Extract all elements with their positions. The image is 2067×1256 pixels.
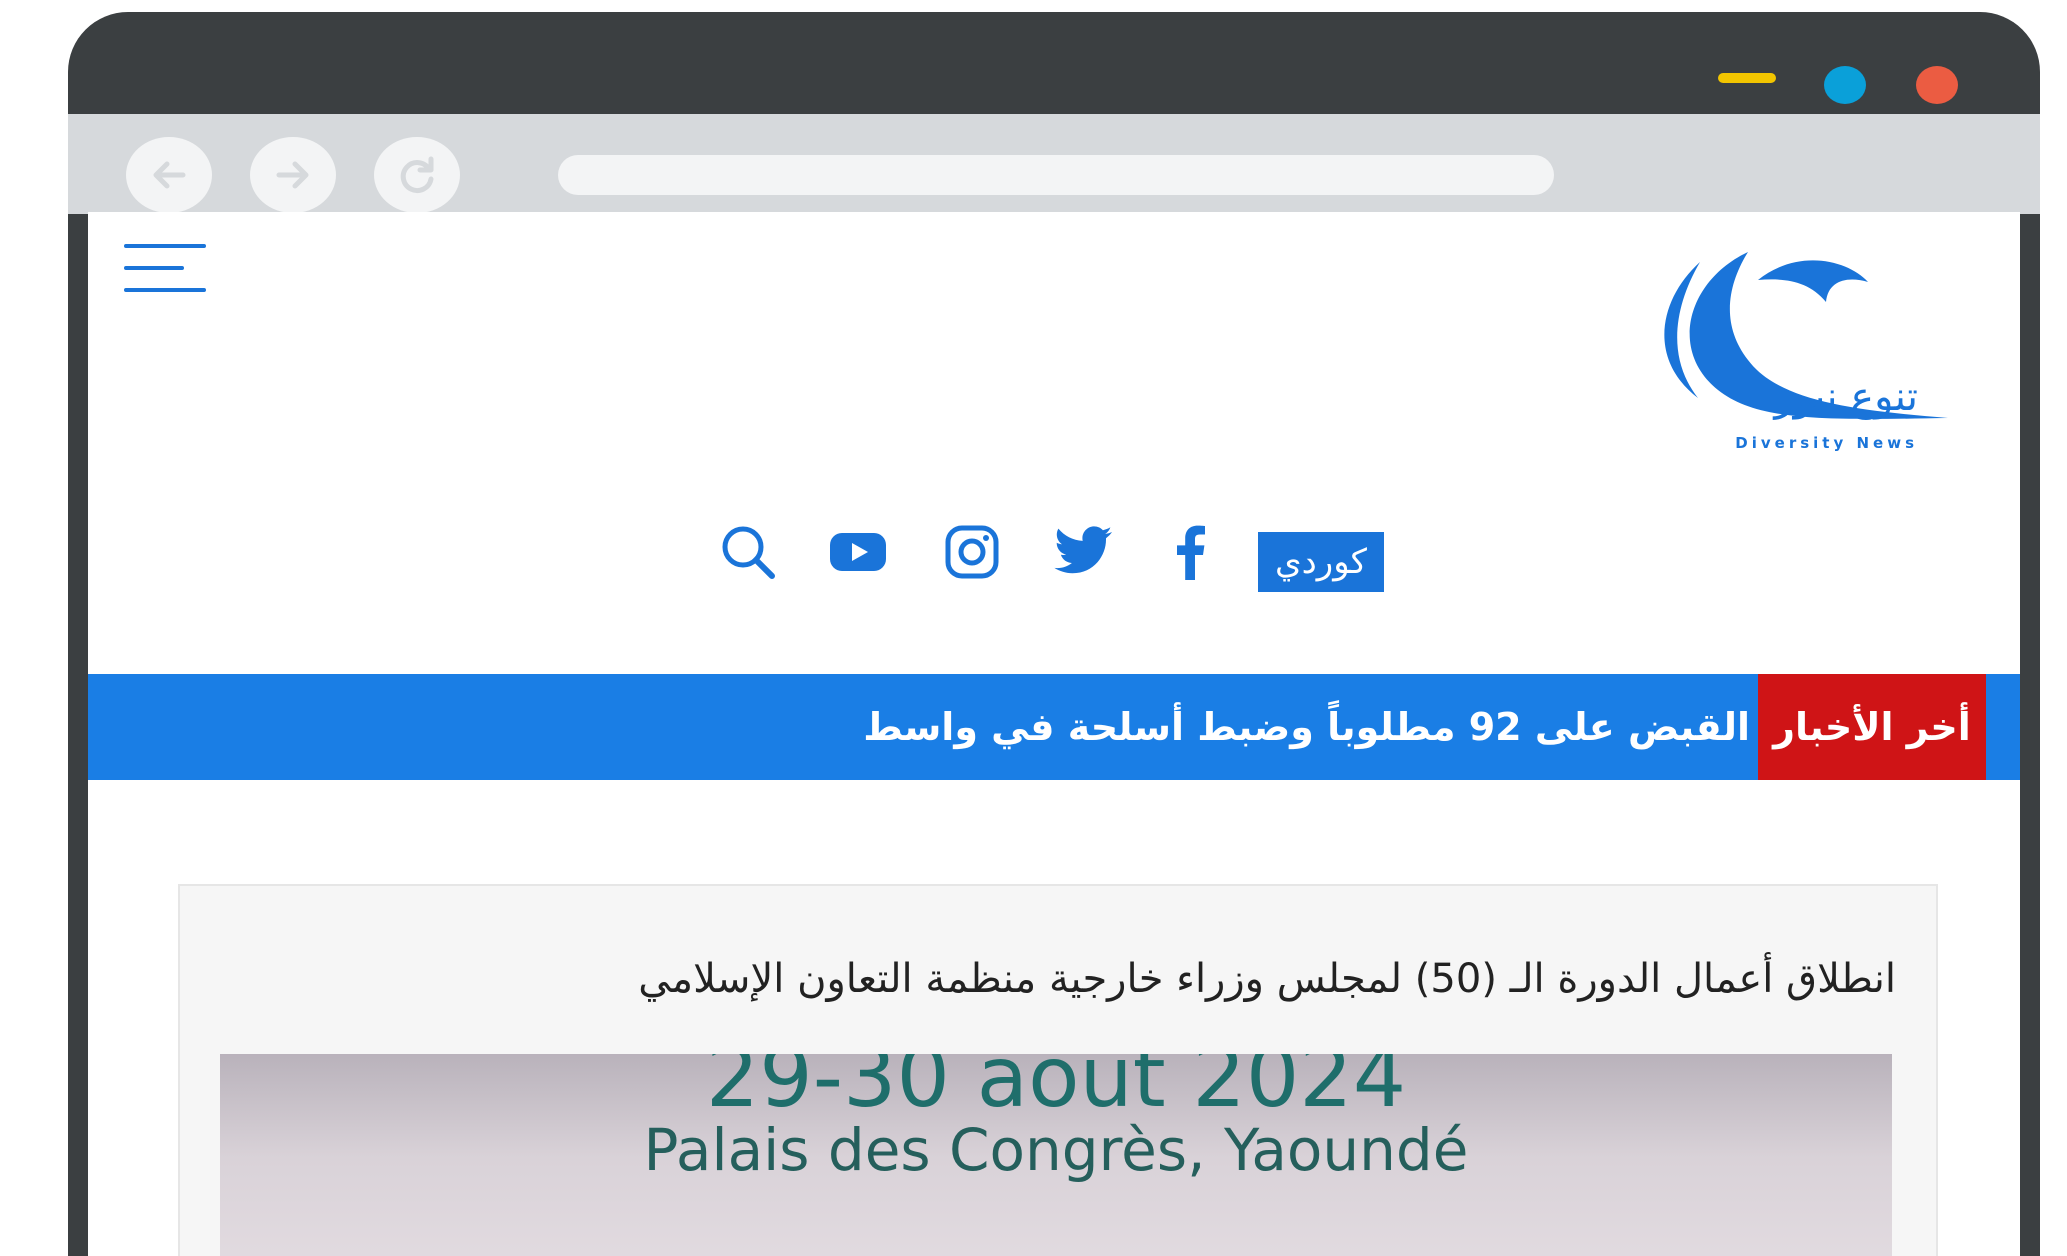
reload-icon bbox=[400, 156, 434, 194]
address-bar[interactable] bbox=[558, 155, 1554, 195]
youtube-icon[interactable] bbox=[818, 512, 898, 592]
breaking-news-bar: أخر الأخبار القبض على 92 مطلوباً وضبط أس… bbox=[88, 674, 2020, 780]
back-button[interactable] bbox=[126, 137, 212, 213]
breaking-news-headline[interactable]: القبض على 92 مطلوباً وضبط أسلحة في واسط bbox=[863, 674, 1750, 780]
minimize-button[interactable] bbox=[1718, 73, 1776, 83]
menu-icon[interactable] bbox=[124, 244, 206, 292]
arrow-left-icon bbox=[153, 161, 186, 189]
image-caption-venue: Palais des Congrès, Yaoundé bbox=[643, 1116, 1469, 1184]
logo-text-english: Diversity News bbox=[1735, 434, 1918, 452]
breaking-news-label: أخر الأخبار bbox=[1758, 674, 1986, 780]
article-title[interactable]: انطلاق أعمال الدورة الـ (50) لمجلس وزراء… bbox=[638, 956, 1896, 1002]
twitter-icon[interactable] bbox=[1044, 512, 1124, 592]
close-button[interactable] bbox=[1916, 66, 1958, 104]
facebook-icon[interactable] bbox=[1158, 512, 1222, 592]
reload-button[interactable] bbox=[374, 137, 460, 213]
browser-window: تنوع نيوز Diversity News كوردي أخر الأخب… bbox=[68, 12, 2040, 1256]
maximize-button[interactable] bbox=[1824, 66, 1866, 104]
arrow-right-icon bbox=[276, 161, 309, 189]
article-image[interactable]: 29-30 août 2024 Palais des Congrès, Yaou… bbox=[220, 1054, 1892, 1256]
logo-text-arabic: تنوع نيوز bbox=[1774, 374, 1918, 420]
forward-button[interactable] bbox=[250, 137, 336, 213]
instagram-icon[interactable] bbox=[932, 512, 1012, 592]
article-card[interactable]: انطلاق أعمال الدورة الـ (50) لمجلس وزراء… bbox=[178, 884, 1938, 1256]
search-icon[interactable] bbox=[708, 512, 788, 592]
language-switch-button[interactable]: كوردي bbox=[1258, 532, 1384, 592]
site-logo[interactable]: تنوع نيوز Diversity News bbox=[1628, 240, 1958, 452]
web-page: تنوع نيوز Diversity News كوردي أخر الأخب… bbox=[88, 212, 2020, 1256]
